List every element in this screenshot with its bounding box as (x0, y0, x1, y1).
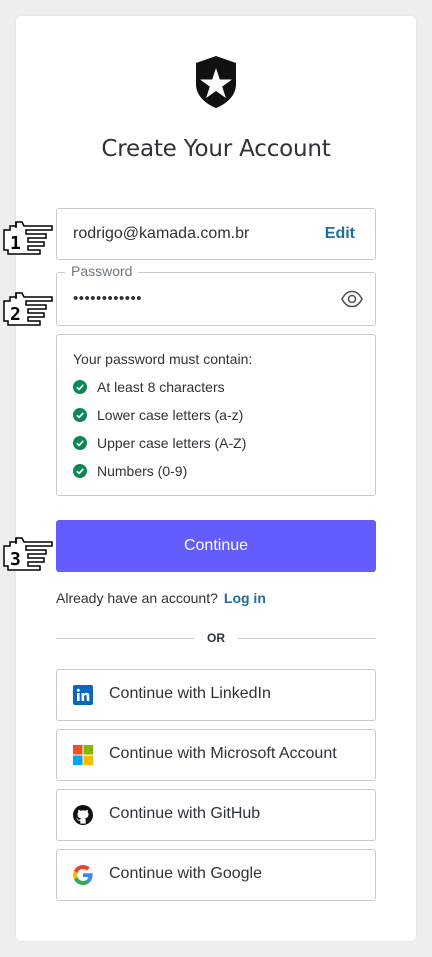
pointing-hand-icon: 2 (3, 292, 53, 326)
password-label: Password (65, 263, 139, 279)
check-circle-icon (73, 380, 87, 394)
requirement-item: Upper case letters (A-Z) (73, 433, 246, 453)
github-button[interactable]: Continue with GitHub (56, 789, 376, 841)
linkedin-icon (73, 685, 93, 705)
eye-icon[interactable] (341, 290, 363, 308)
email-value: rodrigo@kamada.com.br (73, 225, 250, 242)
annotation-number: 2 (10, 304, 21, 325)
annotation-number: 1 (10, 233, 21, 254)
page-title: Create Your Account (101, 136, 331, 162)
check-circle-icon (73, 436, 87, 450)
requirement-label: Lower case letters (a-z) (97, 407, 244, 423)
microsoft-button[interactable]: Continue with Microsoft Account (56, 729, 376, 781)
requirement-item: At least 8 characters (73, 377, 225, 397)
requirement-label: Numbers (0-9) (97, 463, 188, 479)
pointing-hand-icon: 1 (3, 221, 53, 255)
requirement-item: Numbers (0-9) (73, 461, 187, 481)
google-button[interactable]: Continue with Google (56, 849, 376, 901)
password-value: •••••••••••• (73, 290, 143, 307)
annotation-number: 3 (10, 549, 21, 570)
google-button-label: Continue with Google (109, 865, 262, 882)
microsoft-icon (73, 745, 93, 765)
requirements-title: Your password must contain: (73, 351, 253, 367)
email-field[interactable]: rodrigo@kamada.com.br Edit (56, 208, 376, 260)
continue-button[interactable]: Continue (56, 520, 376, 572)
google-icon (73, 865, 93, 885)
pointing-hand-icon: 3 (3, 537, 53, 571)
requirement-label: Upper case letters (A-Z) (97, 435, 247, 451)
check-circle-icon (73, 464, 87, 478)
login-prompt-text: Already have an account? (56, 590, 218, 606)
edit-email-link[interactable]: Edit (325, 225, 355, 243)
github-icon (73, 805, 93, 825)
auth0-logo-icon (196, 56, 236, 108)
microsoft-button-label: Continue with Microsoft Account (109, 745, 337, 762)
login-link[interactable]: Log in (224, 590, 266, 606)
check-circle-icon (73, 408, 87, 422)
divider-right (238, 638, 376, 639)
github-button-label: Continue with GitHub (109, 805, 261, 822)
linkedin-button-label: Continue with LinkedIn (109, 685, 271, 702)
requirement-item: Lower case letters (a-z) (73, 405, 243, 425)
linkedin-button[interactable]: Continue with LinkedIn (56, 669, 376, 721)
password-field[interactable]: Password •••••••••••• (56, 263, 376, 326)
requirement-label: At least 8 characters (97, 379, 225, 395)
password-requirements: Your password must contain: At least 8 c… (56, 334, 376, 496)
login-prompt: Already have an account? Log in (56, 590, 266, 606)
